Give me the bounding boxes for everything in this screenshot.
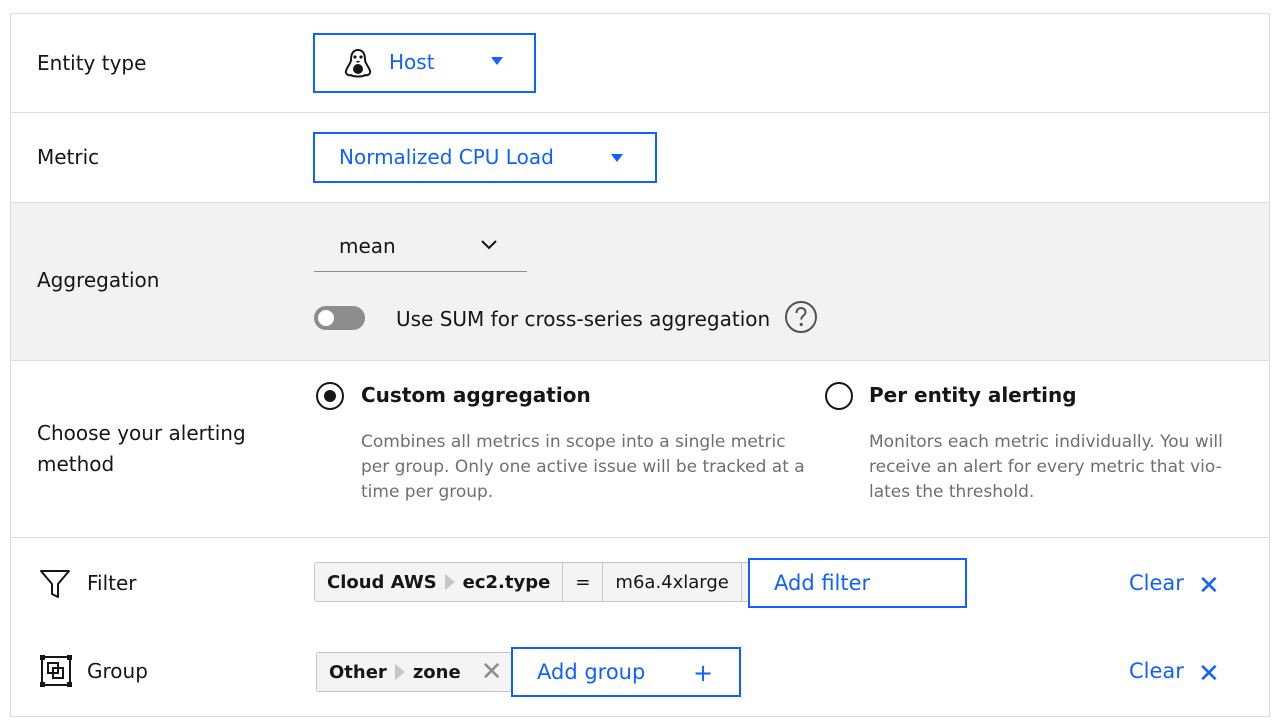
filter-tag: Cloud AWS ec2.type = m6a.4xlarge ✕ <box>314 562 780 602</box>
clear-filter-icon[interactable]: ✕ <box>1198 571 1220 601</box>
filter-tag-key: Cloud AWS ec2.type <box>315 563 562 601</box>
group-label: Group <box>87 659 148 683</box>
group-row: Group Other zone ✕ Add group + Clear ✕ <box>11 626 1269 716</box>
add-group-label: Add group <box>537 660 646 684</box>
chevron-down-icon <box>491 57 503 65</box>
per-entity-alerting-title: Per entity alerting <box>869 383 1077 407</box>
help-icon[interactable] <box>784 300 818 334</box>
aggregation-label: Aggregation <box>37 268 160 292</box>
entity-type-row: Entity type Host <box>11 14 1269 113</box>
filter-label: Filter <box>87 571 137 595</box>
group-tag-key-name: zone <box>412 661 461 683</box>
alerting-method-label: Choose your alerting method <box>37 421 246 476</box>
custom-aggregation-title: Custom aggregation <box>361 383 591 407</box>
filter-tag-operator: = <box>562 563 602 601</box>
linux-penguin-icon <box>341 47 375 81</box>
clear-group-icon[interactable]: ✕ <box>1198 659 1220 689</box>
add-group-button[interactable]: Add group + <box>511 647 741 697</box>
clear-filter-link[interactable]: Clear <box>1129 571 1184 595</box>
metric-value: Normalized CPU Load <box>339 145 554 169</box>
group-icon <box>39 654 73 688</box>
remove-group-icon[interactable]: ✕ <box>473 653 511 691</box>
entity-type-label: Entity type <box>37 51 147 75</box>
per-entity-alerting-description: Monitors each metric individually. You w… <box>869 432 1223 502</box>
custom-aggregation-description: Combines all metrics in scope into a sin… <box>361 432 805 502</box>
sum-aggregation-toggle[interactable] <box>314 306 365 330</box>
filter-row: Filter Cloud AWS ec2.type = m6a.4xlarge … <box>11 538 1269 626</box>
metric-label: Metric <box>37 145 100 169</box>
toggle-knob <box>318 310 334 326</box>
filter-tag-source: Cloud AWS <box>327 571 437 593</box>
clear-group-link[interactable]: Clear <box>1129 659 1184 683</box>
entity-type-dropdown[interactable]: Host <box>313 33 536 93</box>
alerting-method-row: Choose your alerting method Custom aggre… <box>11 361 1269 538</box>
metric-dropdown[interactable]: Normalized CPU Load <box>313 132 657 183</box>
plus-icon: + <box>693 659 714 687</box>
custom-aggregation-radio[interactable] <box>316 382 344 410</box>
aggregation-select[interactable]: mean <box>314 203 527 272</box>
filter-tag-key-name: ec2.type <box>462 571 551 593</box>
filter-tag-value: m6a.4xlarge <box>602 563 740 601</box>
group-tag-key: Other zone <box>317 653 473 691</box>
aggregation-row: Aggregation mean Use SUM for cross-serie… <box>11 203 1269 361</box>
entity-type-value: Host <box>389 50 435 74</box>
alert-config-panel: Entity type Host Metric Normalized CPU L… <box>10 13 1270 717</box>
chevron-right-icon <box>444 574 455 590</box>
radio-selected-dot <box>324 390 336 402</box>
add-filter-button[interactable]: Add filter <box>748 558 967 608</box>
chevron-down-icon <box>480 236 498 255</box>
per-entity-alerting-radio[interactable] <box>825 382 853 410</box>
filter-icon <box>39 568 71 600</box>
aggregation-value: mean <box>339 234 396 258</box>
chevron-right-icon <box>394 664 405 680</box>
metric-row: Metric Normalized CPU Load <box>11 113 1269 203</box>
group-tag-source: Other <box>329 661 387 683</box>
sum-aggregation-toggle-label: Use SUM for cross-series aggregation <box>396 307 771 331</box>
group-tag: Other zone ✕ <box>316 652 512 692</box>
chevron-down-icon <box>611 154 623 162</box>
